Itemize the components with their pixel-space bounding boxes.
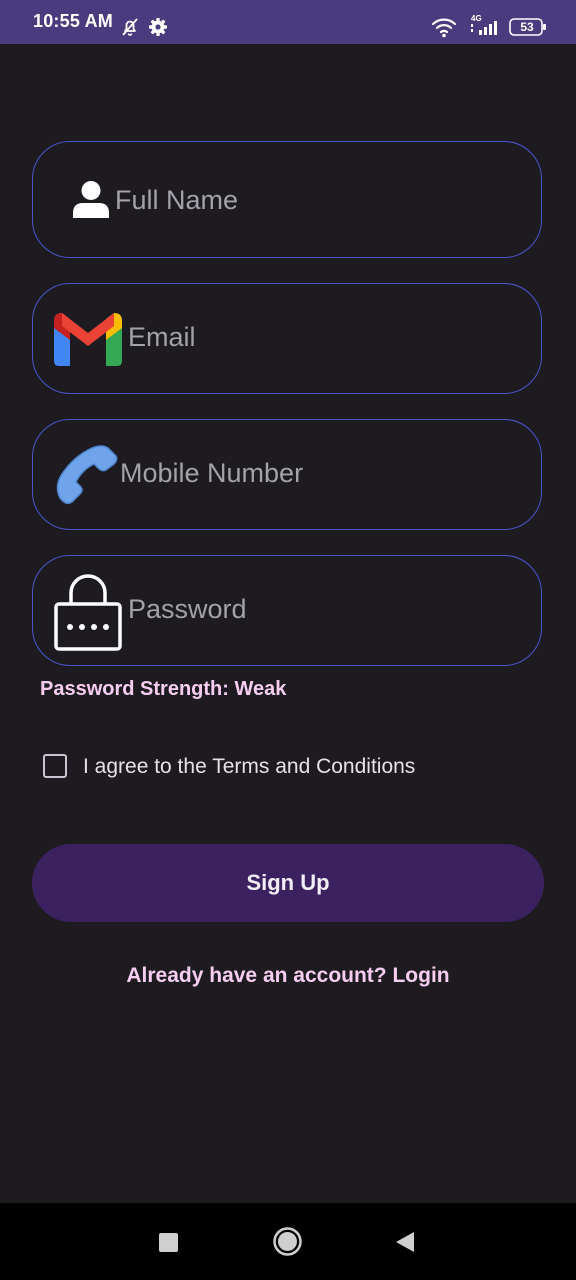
- gear-icon: [149, 18, 167, 36]
- full-name-placeholder: Full Name: [115, 185, 239, 215]
- email-placeholder: Email: [128, 322, 196, 352]
- password-field[interactable]: Password: [32, 555, 542, 666]
- sign-up-button[interactable]: Sign Up: [32, 844, 544, 922]
- battery-level: 53: [520, 20, 534, 34]
- signal-icon: [471, 21, 497, 35]
- status-bar: 10:55 AM 4G 53: [0, 0, 576, 44]
- recents-icon[interactable]: [159, 1233, 178, 1252]
- email-field[interactable]: Email: [32, 283, 542, 394]
- password-placeholder: Password: [128, 594, 247, 624]
- sign-up-label: Sign Up: [246, 870, 330, 895]
- full-name-field[interactable]: Full Name: [32, 141, 542, 258]
- gmail-icon: [54, 313, 122, 366]
- wifi-icon: [431, 18, 457, 38]
- person-icon: [73, 181, 109, 218]
- terms-label[interactable]: I agree to the Terms and Conditions: [83, 755, 415, 779]
- home-icon[interactable]: [272, 1226, 303, 1257]
- mobile-number-placeholder: Mobile Number: [120, 458, 304, 488]
- phone-icon: [56, 445, 118, 505]
- terms-checkbox[interactable]: [43, 754, 67, 778]
- login-link[interactable]: Already have an account? Login: [0, 964, 576, 988]
- bell-off-icon: [122, 18, 138, 36]
- back-icon[interactable]: [395, 1231, 415, 1253]
- mobile-number-field[interactable]: Mobile Number: [32, 419, 542, 530]
- password-strength-label: Password Strength: Weak: [40, 678, 287, 700]
- navigation-bar: [0, 1203, 576, 1280]
- status-time: 10:55 AM: [33, 11, 113, 31]
- lock-icon: [54, 574, 122, 651]
